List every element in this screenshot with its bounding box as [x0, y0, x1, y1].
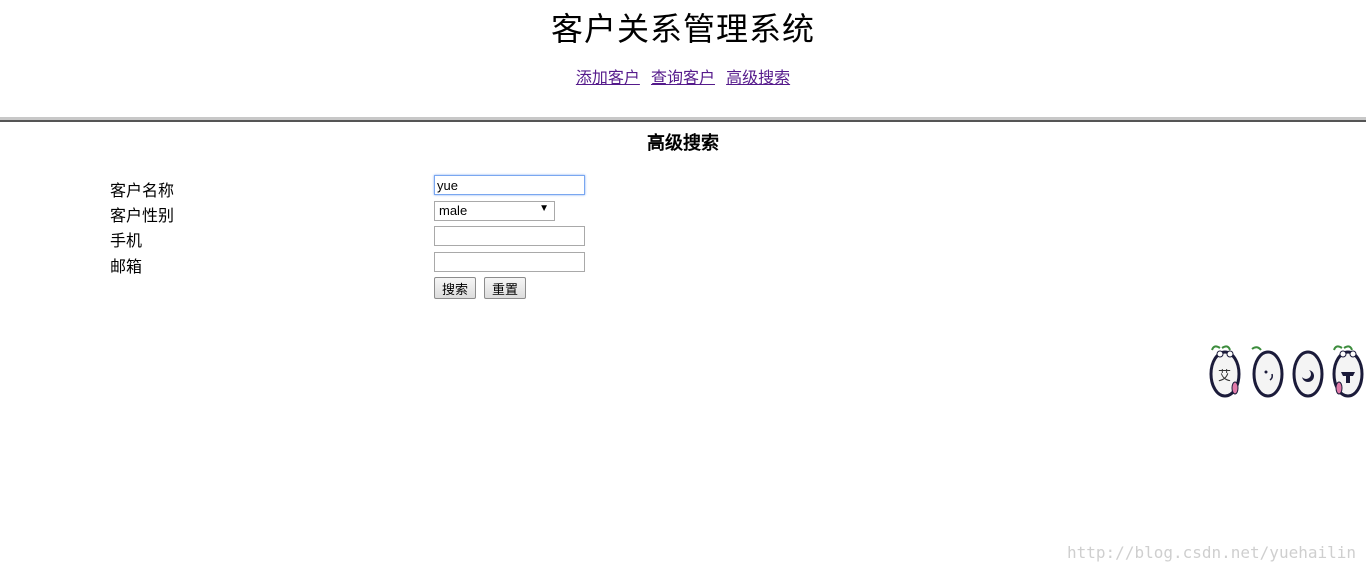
- horizontal-rule: [0, 117, 1366, 122]
- phone-input[interactable]: [434, 226, 585, 246]
- email-input[interactable]: [434, 252, 585, 272]
- top-nav: 添加客户 查询客户 高级搜索: [0, 64, 1366, 88]
- svg-text:艾: 艾: [1218, 369, 1231, 384]
- label-email: 邮箱: [110, 257, 143, 276]
- cartoon-seeds-icon: 艾: [1208, 344, 1366, 400]
- page-title: 客户关系管理系统: [550, 10, 815, 48]
- label-customer-gender: 客户性别: [110, 206, 175, 225]
- reset-button[interactable]: 重置: [484, 277, 526, 299]
- seed-character-3-icon: [1292, 350, 1324, 398]
- nav-link-add-customer[interactable]: 添加客户: [576, 68, 640, 87]
- gender-select-value: male: [439, 203, 468, 218]
- customer-name-input[interactable]: [434, 175, 585, 195]
- dropdown-arrow-icon: ▼: [539, 203, 549, 214]
- label-phone: 手机: [110, 231, 143, 250]
- gender-select[interactable]: male ▼: [434, 201, 555, 221]
- seed-character-4-icon: [1332, 345, 1364, 398]
- nav-link-query-customer[interactable]: 查询客户: [651, 68, 715, 87]
- search-button[interactable]: 搜索: [434, 277, 476, 299]
- section-title: 高级搜索: [647, 133, 719, 154]
- nav-link-advanced-search[interactable]: 高级搜索: [726, 68, 790, 87]
- seed-character-1-icon: 艾: [1209, 345, 1241, 398]
- seed-character-2-icon: [1251, 346, 1284, 398]
- watermark-url: http://blog.csdn.net/yuehailin: [1067, 543, 1356, 562]
- label-customer-name: 客户名称: [110, 181, 175, 200]
